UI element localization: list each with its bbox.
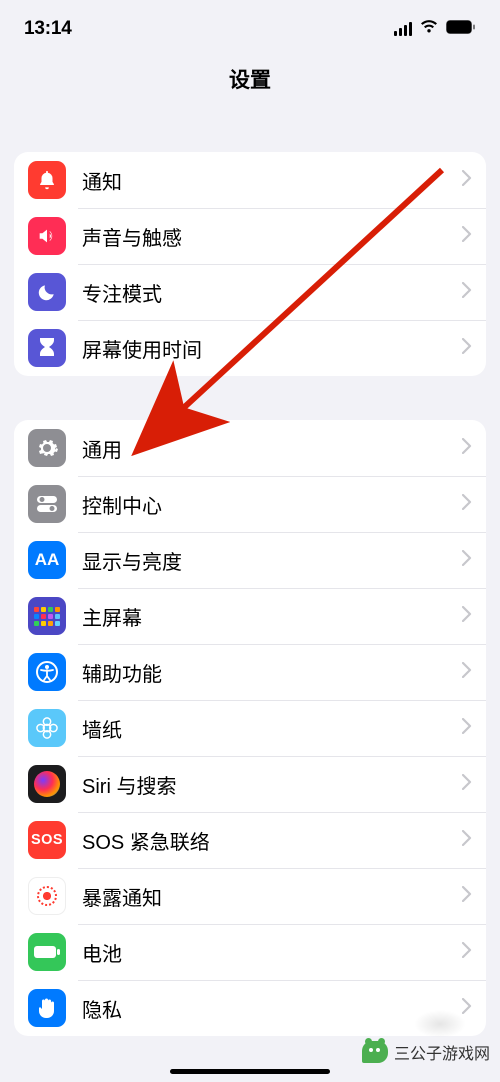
settings-row-accessibility[interactable]: 辅助功能 [14,644,486,700]
hand-icon [28,989,66,1027]
wifi-icon [419,20,439,39]
accessibility-icon [28,653,66,691]
settings-row-label: 通知 [82,166,462,195]
chevron-right-icon [462,338,472,359]
settings-row-label: 电池 [82,938,462,967]
chevron-right-icon [462,774,472,795]
hourglass-icon [28,329,66,367]
decorative-shadow [414,1010,466,1038]
chevron-right-icon [462,830,472,851]
settings-row-label: SOS 紧急联络 [82,826,462,855]
settings-content: 通知 声音与触感 专注模式 屏幕使用时间 [0,152,500,1036]
settings-row-label: 显示与亮度 [82,546,462,575]
settings-row-label: 墙纸 [82,714,462,743]
settings-row-label: 专注模式 [82,278,462,307]
settings-row-label: 通用 [82,434,462,463]
chevron-right-icon [462,942,472,963]
settings-row-label: 辅助功能 [82,658,462,687]
settings-row-focus[interactable]: 专注模式 [14,264,486,320]
settings-row-label: 隐私 [82,994,462,1023]
status-icons [394,20,477,39]
chevron-right-icon [462,606,472,627]
settings-row-label: 屏幕使用时间 [82,334,462,363]
chevron-right-icon [462,886,472,907]
settings-row-controlcenter[interactable]: 控制中心 [14,476,486,532]
settings-row-homescreen[interactable]: 主屏幕 [14,588,486,644]
page-header: 设置 [0,50,500,110]
settings-row-general[interactable]: 通用 [14,420,486,476]
wallpaper-icon [28,709,66,747]
watermark: 三公子游戏网 [362,1040,490,1064]
sos-icon: SOS [28,821,66,859]
chevron-right-icon [462,282,472,303]
settings-row-wallpaper[interactable]: 墙纸 [14,700,486,756]
home-screen-icon [28,597,66,635]
settings-row-screentime[interactable]: 屏幕使用时间 [14,320,486,376]
watermark-text: 三公子游戏网 [394,1040,490,1064]
settings-row-siri[interactable]: Siri 与搜索 [14,756,486,812]
chevron-right-icon [462,170,472,191]
settings-row-sos[interactable]: SOS SOS 紧急联络 [14,812,486,868]
moon-icon [28,273,66,311]
settings-row-label: 主屏幕 [82,602,462,631]
settings-row-display[interactable]: AA 显示与亮度 [14,532,486,588]
settings-group: 通用 控制中心 AA 显示与亮度 主屏幕 [14,420,486,1036]
exposure-icon [28,877,66,915]
gear-icon [28,429,66,467]
settings-row-label: Siri 与搜索 [82,770,462,799]
cellular-icon [394,22,413,36]
settings-row-label: 控制中心 [82,490,462,519]
page-title: 设置 [0,64,500,94]
settings-row-notifications[interactable]: 通知 [14,152,486,208]
home-indicator[interactable] [170,1069,330,1074]
settings-row-label: 声音与触感 [82,222,462,251]
text-size-icon: AA [28,541,66,579]
battery-settings-icon [28,933,66,971]
chevron-right-icon [462,438,472,459]
siri-icon [28,765,66,803]
status-time: 13:14 [24,18,72,40]
chevron-right-icon [462,662,472,683]
chevron-right-icon [462,494,472,515]
settings-row-battery[interactable]: 电池 [14,924,486,980]
watermark-logo-icon [362,1041,388,1063]
battery-icon [446,20,476,39]
chevron-right-icon [462,718,472,739]
settings-row-exposure[interactable]: 暴露通知 [14,868,486,924]
toggles-icon [28,485,66,523]
speaker-icon [28,217,66,255]
status-bar: 13:14 [0,0,500,50]
settings-row-label: 暴露通知 [82,882,462,911]
chevron-right-icon [462,550,472,571]
chevron-right-icon [462,226,472,247]
settings-row-sounds[interactable]: 声音与触感 [14,208,486,264]
bell-icon [28,161,66,199]
settings-group: 通知 声音与触感 专注模式 屏幕使用时间 [14,152,486,376]
